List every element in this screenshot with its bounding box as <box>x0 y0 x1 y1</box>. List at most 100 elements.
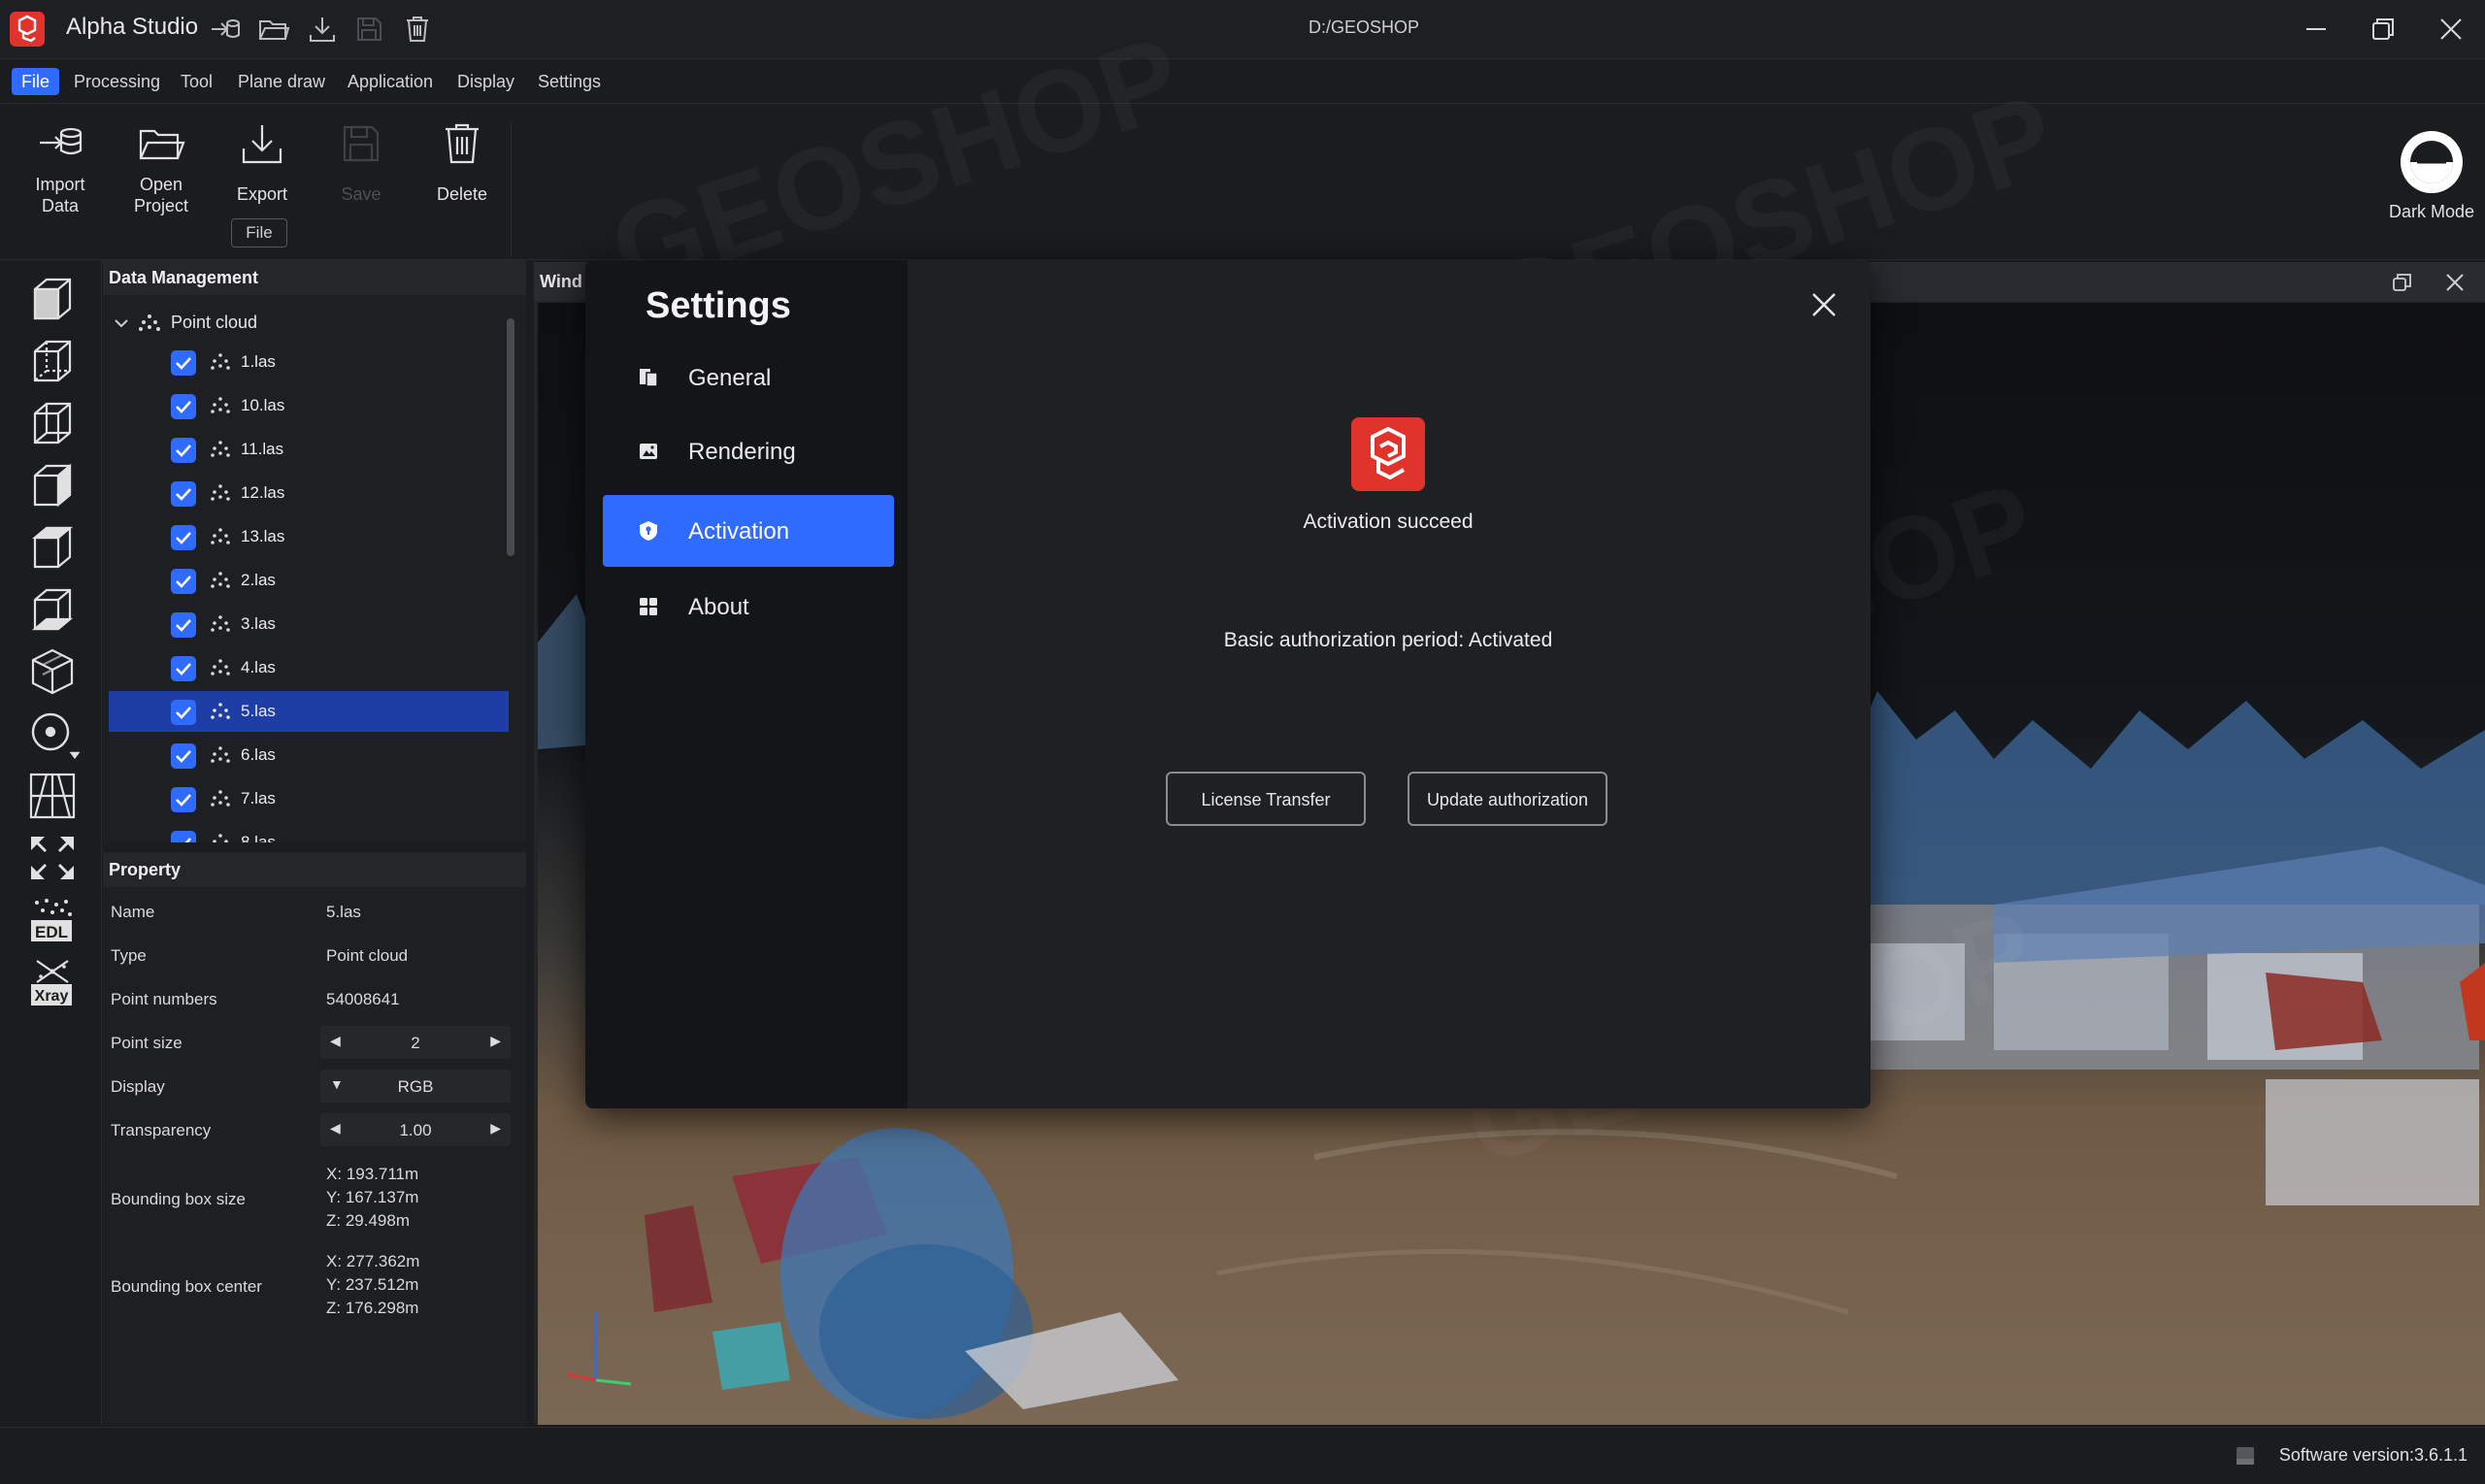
checkbox-checked[interactable] <box>171 525 196 550</box>
folder-open-icon[interactable] <box>256 12 291 47</box>
menu-display[interactable]: Display <box>447 68 524 95</box>
view-bottom-icon[interactable] <box>25 582 80 637</box>
checkbox-checked[interactable] <box>171 569 196 594</box>
display-select[interactable]: ▼ RGB <box>320 1070 511 1103</box>
menu-settings[interactable]: Settings <box>528 68 611 95</box>
import-icon[interactable] <box>208 12 243 47</box>
close-icon[interactable] <box>1808 289 1839 320</box>
viewport-tab-label[interactable]: Wind <box>540 272 582 292</box>
trash-icon[interactable] <box>400 12 435 47</box>
prop-row-bbox-center: Bounding box center X: 277.362m Y: 237.5… <box>111 1252 518 1330</box>
app-logo-icon <box>10 12 45 47</box>
view-right-icon[interactable] <box>25 458 80 512</box>
nav-label: Rendering <box>688 439 796 465</box>
view-left-icon[interactable] <box>25 396 80 450</box>
point-cloud-icon <box>211 703 230 719</box>
pivot-point-icon[interactable] <box>25 707 81 761</box>
svg-text:Xray: Xray <box>35 988 69 1005</box>
delete-button[interactable]: Delete <box>415 117 509 205</box>
checkbox-checked[interactable] <box>171 700 196 725</box>
arrow-right-icon[interactable]: ▶ <box>490 1120 501 1137</box>
settings-dialog: Settings General Rendering Activation Ab… <box>585 260 1871 1108</box>
tree-item[interactable]: 1.las <box>109 342 509 382</box>
restore-icon[interactable] <box>2364 10 2402 49</box>
xray-icon[interactable]: Xray <box>25 955 80 1009</box>
tree-item-label: 10.las <box>241 396 285 414</box>
grid-icon <box>640 598 657 615</box>
checkbox-checked[interactable] <box>171 350 196 376</box>
close-icon[interactable] <box>2432 10 2470 49</box>
menu-application[interactable]: Application <box>338 68 443 95</box>
tree-item[interactable]: 4.las <box>109 647 509 688</box>
nav-about[interactable]: About <box>603 571 894 643</box>
tree-scrollbar[interactable] <box>507 318 514 556</box>
ribbon-group-label: File <box>231 218 287 247</box>
perspective-icon[interactable] <box>25 769 80 823</box>
prop-key: Display <box>111 1077 165 1096</box>
checkbox-checked[interactable] <box>171 787 196 812</box>
dark-mode-button[interactable]: Dark Mode <box>2369 128 2485 222</box>
tree-item[interactable]: 8.las <box>109 822 509 842</box>
tree-item[interactable]: 13.las <box>109 516 509 557</box>
title-bar: Alpha Studio D:/GEOSHOP <box>0 0 2485 59</box>
nav-activation[interactable]: Activation <box>603 495 894 567</box>
arrow-right-icon[interactable]: ▶ <box>490 1033 501 1049</box>
dark-mode-label: Dark Mode <box>2388 202 2475 221</box>
tree-root-point-cloud[interactable]: Point cloud <box>103 303 511 342</box>
update-authorization-button[interactable]: Update authorization <box>1408 772 1607 826</box>
nav-label: General <box>688 365 772 391</box>
point-size-stepper[interactable]: ◀ 2 ▶ <box>320 1026 511 1059</box>
menu-file[interactable]: File <box>12 68 60 95</box>
authorization-period: Basic authorization period: Activated <box>1223 629 1553 651</box>
view-top-icon[interactable] <box>25 520 80 575</box>
nav-general[interactable]: General <box>603 342 894 413</box>
menu-plane-draw[interactable]: Plane draw <box>228 68 335 95</box>
minimize-icon[interactable] <box>2297 10 2336 49</box>
menu-bar: File Processing Tool Plane draw Applicat… <box>0 60 2485 104</box>
view-front-icon[interactable] <box>25 272 80 326</box>
tree-item[interactable]: 6.las <box>109 735 509 775</box>
checkbox-checked[interactable] <box>171 438 196 463</box>
tree-item[interactable]: 10.las <box>109 385 509 426</box>
point-cloud-icon <box>211 659 230 676</box>
fullscreen-icon[interactable] <box>25 831 80 885</box>
download-icon[interactable] <box>305 12 340 47</box>
close-icon[interactable] <box>2442 270 2468 295</box>
view-back-icon[interactable] <box>25 334 80 388</box>
tree-item[interactable]: 7.las <box>109 778 509 819</box>
point-cloud-icon <box>139 314 160 331</box>
tree-item[interactable]: 2.las <box>109 560 509 601</box>
open-project-button[interactable]: Open Project <box>115 117 208 216</box>
tree-item[interactable]: 11.las <box>109 429 509 470</box>
menu-processing[interactable]: Processing <box>64 68 170 95</box>
point-cloud-icon <box>211 397 230 413</box>
tree-item-label: 3.las <box>241 614 276 633</box>
checkbox-checked[interactable] <box>171 831 196 842</box>
import-data-icon <box>40 127 83 155</box>
tree-item[interactable]: 3.las <box>109 604 509 644</box>
export-button[interactable]: Export <box>215 117 309 205</box>
point-cloud-icon <box>211 484 230 501</box>
menu-tool[interactable]: Tool <box>171 68 222 95</box>
storage-icon <box>2236 1447 2254 1465</box>
import-data-button[interactable]: Import Data <box>14 117 107 216</box>
checkbox-checked[interactable] <box>171 612 196 638</box>
checkbox-checked[interactable] <box>171 394 196 419</box>
transparency-stepper[interactable]: ◀ 1.00 ▶ <box>320 1113 511 1146</box>
view-iso-icon[interactable] <box>25 644 80 699</box>
ribbon: Import Data Open Project Export Save Del… <box>0 104 2485 260</box>
checkbox-checked[interactable] <box>171 743 196 769</box>
chevron-down-icon[interactable] <box>113 314 130 332</box>
shield-icon <box>640 521 657 541</box>
license-transfer-button[interactable]: License Transfer <box>1166 772 1366 826</box>
tree-item[interactable]: 12.las <box>109 473 509 513</box>
checkbox-checked[interactable] <box>171 481 196 507</box>
edl-icon[interactable]: EDL <box>25 893 80 947</box>
tree-item-label: 2.las <box>241 571 276 589</box>
restore-icon[interactable] <box>2390 270 2415 295</box>
tree-item-selected[interactable]: 5.las <box>109 691 509 732</box>
nav-rendering[interactable]: Rendering <box>603 415 894 487</box>
import-data-label: Import Data <box>35 175 85 215</box>
checkbox-checked[interactable] <box>171 656 196 681</box>
prop-key: Type <box>111 946 147 965</box>
